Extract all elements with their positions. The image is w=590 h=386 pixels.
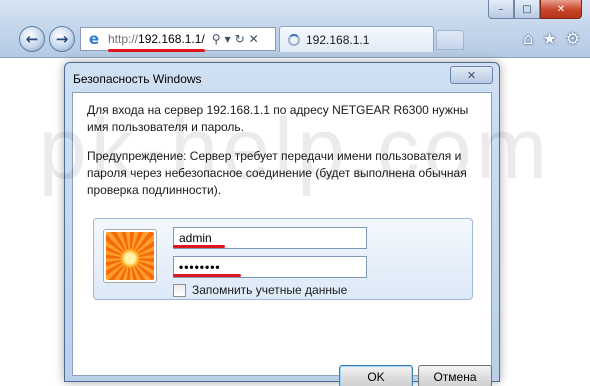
browser-chrome: – □ ✕ ← → e http:// 192.168.1.1/ ⚲ ▾ ↻ ✕… <box>0 0 590 58</box>
forward-button[interactable]: → <box>49 26 75 52</box>
username-highlight-underline <box>173 245 225 248</box>
close-icon: ✕ <box>466 68 477 82</box>
dialog-title: Безопасность Windows <box>73 72 202 86</box>
url-highlight-underline <box>108 49 205 52</box>
new-tab-button[interactable] <box>436 30 464 50</box>
flower-avatar-image <box>106 232 154 280</box>
chevron-down-icon[interactable]: ▾ <box>225 32 231 46</box>
favorites-star-icon[interactable]: ★ <box>542 29 556 48</box>
url-text[interactable]: http:// 192.168.1.1/ <box>108 30 205 52</box>
loading-spinner-icon <box>288 33 300 46</box>
arrow-left-icon: ← <box>25 30 39 48</box>
back-button[interactable]: ← <box>19 26 45 52</box>
gear-icon[interactable]: ⚙ <box>566 29 580 48</box>
toolbar-icons: ⌂ ★ ⚙ <box>523 29 580 48</box>
url-host: 192.168.1.1/ <box>138 32 205 46</box>
remember-credentials[interactable]: Запомнить учетные данные <box>173 283 347 297</box>
ie-page-icon: e <box>88 30 100 48</box>
security-warning: Предупреждение: Сервер требует передачи … <box>87 149 467 197</box>
password-highlight-underline <box>173 274 241 277</box>
tab-label: 192.168.1.1 <box>306 32 370 47</box>
remember-checkbox[interactable] <box>173 283 186 297</box>
window-close-button[interactable]: ✕ <box>540 0 582 19</box>
minimize-button[interactable]: – <box>488 0 514 19</box>
dialog-close-button[interactable]: ✕ <box>450 66 493 84</box>
arrow-right-icon: → <box>55 30 69 48</box>
maximize-button[interactable]: □ <box>514 0 540 19</box>
windows-security-dialog: Безопасность Windows ✕ Для входа на серв… <box>64 62 500 386</box>
stop-icon[interactable]: ✕ <box>249 32 259 46</box>
url-protocol: http:// <box>108 32 139 46</box>
remember-label: Запомнить учетные данные <box>192 283 348 297</box>
search-icon[interactable]: ⚲ <box>212 32 221 46</box>
tab-192-168-1-1[interactable]: 192.168.1.1 <box>279 26 434 52</box>
home-icon[interactable]: ⌂ <box>523 29 533 48</box>
login-message: Для входа на сервер 192.168.1.1 по адрес… <box>87 103 469 134</box>
credential-tile: admin •••••••• Запомнить учетные данные <box>93 218 473 300</box>
address-bar[interactable]: e http:// 192.168.1.1/ ⚲ ▾ ↻ ✕ <box>80 27 276 52</box>
avatar <box>103 229 157 283</box>
dialog-body: Для входа на сервер 192.168.1.1 по адрес… <box>72 92 492 386</box>
refresh-icon[interactable]: ↻ <box>235 32 245 46</box>
window-controls: – □ ✕ <box>488 0 582 19</box>
cancel-button[interactable]: Отмена <box>418 365 492 386</box>
ok-button[interactable]: OK <box>339 365 413 386</box>
